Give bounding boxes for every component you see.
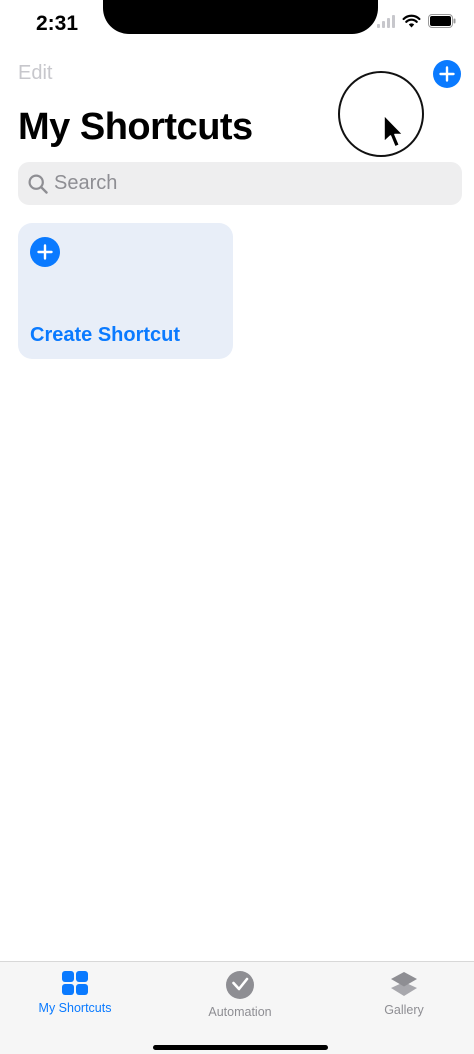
grid-icon [62, 971, 88, 995]
tab-automation[interactable]: Automation [160, 970, 320, 1019]
tab-label: Automation [208, 1005, 272, 1019]
search-bar[interactable] [18, 162, 462, 205]
wifi-icon [402, 14, 421, 28]
page-title: My Shortcuts [18, 106, 253, 148]
device-notch [103, 0, 378, 34]
search-input[interactable] [54, 172, 434, 195]
plus-icon [37, 244, 53, 260]
tab-bar: My Shortcuts Automation Gallery [0, 961, 474, 1054]
clock-check-icon [226, 971, 254, 999]
tab-gallery[interactable]: Gallery [324, 970, 474, 1017]
add-shortcut-button[interactable] [433, 60, 461, 88]
battery-icon [428, 14, 456, 28]
layers-icon [391, 972, 417, 996]
touch-indicator [338, 71, 424, 157]
create-shortcut-plus [30, 237, 60, 267]
search-icon [28, 173, 48, 194]
tab-label: Gallery [384, 1003, 424, 1017]
home-indicator[interactable] [153, 1045, 328, 1050]
cursor-arrow-icon [383, 114, 404, 148]
signal-icon [377, 14, 395, 28]
create-shortcut-label: Create Shortcut [30, 324, 181, 346]
status-time: 2:31 [36, 12, 79, 35]
edit-button[interactable]: Edit [18, 62, 52, 85]
status-icons [377, 14, 456, 28]
screen: 2:31 Edit My Shortcuts Search Create Sho… [0, 0, 474, 1054]
create-shortcut-card[interactable]: Create Shortcut [18, 223, 233, 359]
tab-my-shortcuts[interactable]: My Shortcuts [0, 970, 155, 1015]
tab-label: My Shortcuts [38, 1001, 112, 1015]
status-bar: 2:31 [0, 0, 474, 48]
plus-icon [439, 66, 455, 82]
